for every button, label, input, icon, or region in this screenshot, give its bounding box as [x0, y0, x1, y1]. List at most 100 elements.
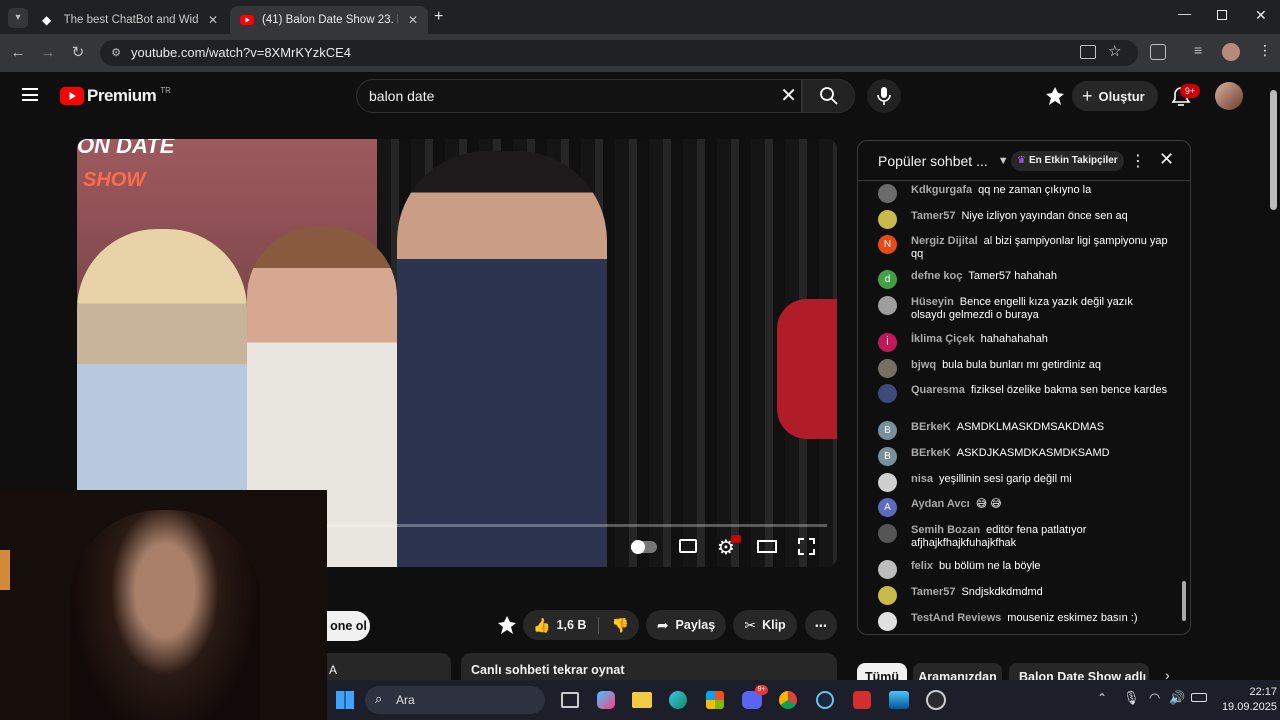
restore-icon[interactable]: [1217, 10, 1227, 20]
fullscreen-icon[interactable]: [798, 538, 815, 555]
create-button[interactable]: + Oluştur: [1072, 81, 1158, 111]
taskbar-search[interactable]: ⌕ Ara: [365, 686, 545, 714]
wifi-icon[interactable]: ◠: [1149, 690, 1160, 706]
store-icon[interactable]: [706, 691, 724, 709]
file-explorer-icon[interactable]: [632, 692, 652, 708]
chat-author[interactable]: defne koç: [911, 270, 962, 282]
chat-avatar[interactable]: İ: [878, 333, 897, 352]
youtube-logo[interactable]: Premium TR: [60, 86, 171, 106]
chat-mode-dropdown[interactable]: Popüler sohbet ... ▼: [878, 153, 1009, 169]
chat-message[interactable]: Hüseyin Bence engelli kıza yazık değil ya…: [878, 296, 1168, 322]
subtitles-icon[interactable]: [679, 539, 697, 553]
chat-avatar[interactable]: d: [878, 270, 897, 289]
windows-start-icon[interactable]: [336, 691, 354, 709]
browser-menu-icon[interactable]: ⋮: [1258, 42, 1272, 59]
chat-message[interactable]: N Nergiz Dijital al bizi şampiyonlar ligi …: [878, 235, 1168, 261]
chat-message[interactable]: bjwq bula bula bunları mı getirdiniz aq: [878, 359, 1168, 378]
chat-author[interactable]: felix: [911, 560, 933, 572]
chat-message[interactable]: felix bu bölüm ne la böyle: [878, 560, 1168, 579]
chat-message[interactable]: Quaresma fiziksel özelike bakma sen bence…: [878, 384, 1168, 403]
chat-message[interactable]: Semih Bozan editör fena patlatıyor afjhaj…: [878, 524, 1168, 550]
chat-author[interactable]: Hüseyin: [911, 296, 954, 308]
chat-message[interactable]: Tamer57 Niye izliyon yayından önce sen aq: [878, 210, 1168, 229]
description-card[interactable]: A: [327, 653, 451, 680]
chat-avatar[interactable]: [878, 524, 897, 543]
chat-message[interactable]: A Aydan Avcı 😅 😅: [878, 498, 1168, 517]
account-avatar[interactable]: [1215, 82, 1243, 110]
close-tab-icon[interactable]: ✕: [408, 13, 418, 27]
chat-author[interactable]: Quaresma: [911, 384, 965, 396]
chat-message[interactable]: B BErkeK ASMDKLMASKDMSAKDMAS: [878, 421, 1168, 440]
steam-icon[interactable]: [816, 691, 834, 709]
close-tab-icon[interactable]: ✕: [208, 13, 218, 27]
subscribe-button[interactable]: one ol: [327, 611, 370, 641]
chat-avatar[interactable]: [878, 359, 897, 378]
chat-author[interactable]: Kdkgurgafa: [911, 184, 972, 196]
theater-mode-icon[interactable]: [757, 540, 777, 553]
chat-message[interactable]: d defne koç Tamer57 hahahah: [878, 270, 1168, 289]
task-view-icon[interactable]: [561, 692, 579, 708]
back-icon[interactable]: ←: [8, 43, 28, 63]
chat-message[interactable]: B BErkeK ASKDJKASMDKASMDKSAMD: [878, 447, 1168, 466]
chat-avatar[interactable]: [878, 560, 897, 579]
chat-avatar[interactable]: N: [878, 235, 897, 254]
tab-youtube[interactable]: (41) Balon Date Show 23. Bölüm ✕: [230, 6, 428, 34]
new-tab-icon[interactable]: +: [434, 8, 443, 26]
chat-avatar[interactable]: [878, 586, 897, 605]
more-actions-button[interactable]: ⋯: [805, 610, 837, 640]
obs-icon[interactable]: [926, 690, 946, 710]
chat-avatar[interactable]: B: [878, 447, 897, 466]
share-button[interactable]: ➦ Paylaş: [646, 610, 726, 640]
page-scrollbar[interactable]: [1270, 90, 1277, 210]
search-button[interactable]: [802, 79, 855, 113]
clear-search-icon[interactable]: ✕: [780, 83, 797, 108]
chat-avatar[interactable]: [878, 184, 897, 203]
site-info-icon[interactable]: ⚙: [108, 45, 124, 61]
edge-icon[interactable]: [669, 691, 687, 709]
chat-author[interactable]: Semih Bozan: [911, 524, 980, 536]
tray-mic-icon[interactable]: 🎙: [1123, 690, 1140, 706]
battery-icon[interactable]: [1191, 693, 1207, 702]
volume-icon[interactable]: 🔊: [1169, 690, 1185, 706]
cast-icon[interactable]: [1045, 86, 1065, 106]
chat-author[interactable]: İklima Çiçek: [911, 333, 975, 345]
clock-time[interactable]: 22:17: [1237, 686, 1277, 698]
bookmark-star-icon[interactable]: ☆: [1108, 42, 1121, 60]
chat-author[interactable]: BErkeK: [911, 447, 951, 459]
chat-author[interactable]: Tamer57: [911, 210, 955, 222]
forward-icon[interactable]: →: [38, 43, 58, 63]
tab-chatbot[interactable]: ◆ The best ChatBot and Widgets ✕: [32, 6, 228, 34]
minimize-icon[interactable]: —: [1178, 6, 1191, 21]
autoplay-toggle[interactable]: [631, 540, 657, 554]
voice-search-button[interactable]: [867, 79, 901, 113]
chat-author[interactable]: Aydan Avcı: [911, 498, 970, 510]
photos-icon[interactable]: [889, 691, 909, 709]
chat-avatar[interactable]: [878, 384, 897, 403]
dislike-button[interactable]: 👎: [599, 617, 628, 634]
chat-avatar[interactable]: B: [878, 421, 897, 440]
close-chat-icon[interactable]: ✕: [1159, 149, 1174, 170]
chat-message[interactable]: TestAnd Reviews mouseniz eskimez basın :): [878, 612, 1168, 631]
search-box[interactable]: balon date ✕: [356, 79, 802, 113]
chat-author[interactable]: Nergiz Dijital: [911, 235, 978, 247]
profile-avatar[interactable]: [1222, 43, 1240, 61]
copilot-icon[interactable]: [597, 691, 615, 709]
chat-author[interactable]: nisa: [911, 473, 933, 485]
app-red-icon[interactable]: [853, 691, 871, 709]
chat-message[interactable]: nisa yeşillinin sesi garip değil mi: [878, 473, 1168, 492]
top-fans-button[interactable]: ♛ En Etkin Takipçiler: [1011, 151, 1124, 171]
chat-avatar[interactable]: [878, 473, 897, 492]
ai-spark-icon[interactable]: [497, 615, 517, 635]
chat-avatar[interactable]: A: [878, 498, 897, 517]
tab-search-button[interactable]: ▾: [8, 8, 28, 28]
clip-button[interactable]: ✂ Klip: [733, 610, 797, 640]
hamburger-menu-icon[interactable]: [22, 88, 38, 101]
chat-message[interactable]: Tamer57 Sndjskdkdmdmd: [878, 586, 1168, 605]
close-window-icon[interactable]: ✕: [1255, 7, 1267, 24]
chat-author[interactable]: TestAnd Reviews: [911, 612, 1001, 624]
progress-bar[interactable]: [327, 524, 827, 527]
chat-author[interactable]: bjwq: [911, 359, 936, 371]
chrome-icon[interactable]: [778, 690, 798, 710]
extensions-icon[interactable]: [1150, 44, 1166, 60]
search-input[interactable]: balon date: [369, 88, 434, 104]
